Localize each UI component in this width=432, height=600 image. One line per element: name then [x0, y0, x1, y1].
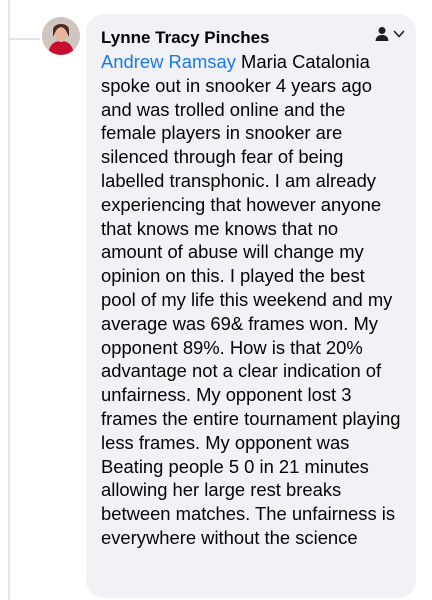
comment-options-button[interactable]: [374, 22, 406, 46]
thread-line-vertical: [8, 0, 10, 600]
comment-thread: Lynne Tracy Pinches Andrew Ramsay Maria …: [0, 0, 432, 600]
mention-link[interactable]: Andrew Ramsay: [101, 51, 236, 72]
thread-line-branch: [8, 38, 40, 40]
comment-text: Maria Catalonia spoke out in snooker 4 y…: [101, 51, 401, 548]
avatar[interactable]: [42, 17, 80, 55]
comment-author[interactable]: Lynne Tracy Pinches: [101, 26, 402, 50]
comment-body: Andrew Ramsay Maria Catalonia spoke out …: [101, 50, 402, 550]
comment-bubble: Lynne Tracy Pinches Andrew Ramsay Maria …: [86, 14, 416, 598]
person-icon: [374, 26, 390, 42]
chevron-down-icon: [392, 27, 406, 41]
